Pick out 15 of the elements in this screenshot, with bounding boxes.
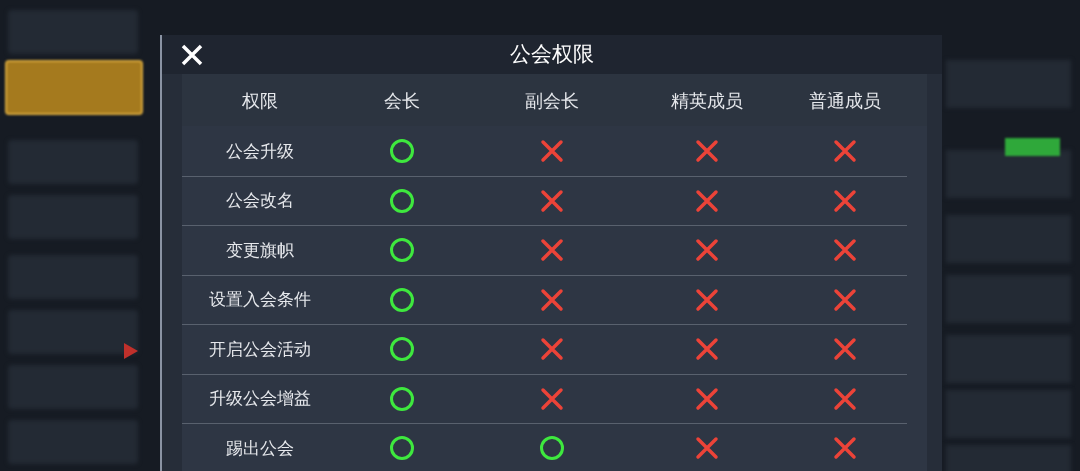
dialog-title: 公会权限: [510, 40, 594, 68]
permission-label: 变更旗帜: [225, 238, 294, 262]
close-icon: [181, 44, 203, 66]
permission-label: 踢出公会: [225, 436, 294, 460]
permission-label: 公会改名: [225, 189, 294, 212]
column-header: 副会长: [525, 88, 579, 113]
column-header: 权限: [241, 88, 278, 113]
permission-label: 升级公会增益: [208, 387, 311, 410]
column-header: 精英成员: [671, 88, 743, 113]
close-button[interactable]: [180, 43, 204, 67]
permission-label: 开启公会活动: [208, 337, 311, 361]
permission-label: 公会升级: [225, 139, 294, 163]
column-header: 会长: [384, 88, 420, 113]
column-header: 普通成员: [808, 88, 881, 113]
permission-label: 设置入会条件: [208, 288, 311, 311]
